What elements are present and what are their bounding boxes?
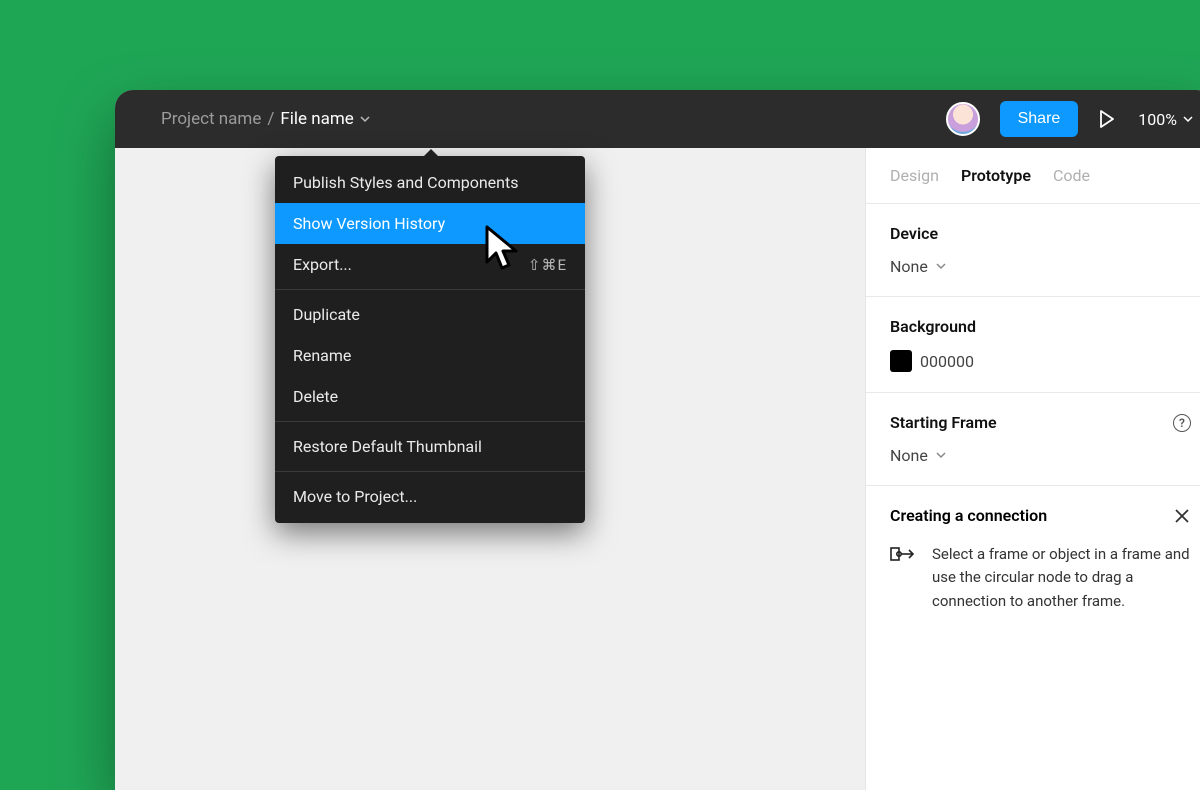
zoom-value: 100%: [1138, 110, 1177, 129]
help-icon[interactable]: ?: [1173, 414, 1191, 432]
menu-divider: [275, 421, 585, 422]
background-section: Background 000000: [866, 297, 1200, 393]
menu-item-label: Restore Default Thumbnail: [293, 437, 482, 456]
menu-item-label: Rename: [293, 346, 351, 365]
breadcrumb: Project name / File name: [161, 109, 370, 129]
toolbar-right: Share 100%: [946, 101, 1193, 137]
menu-item-version-history[interactable]: Show Version History: [275, 203, 585, 244]
color-swatch: [890, 350, 912, 372]
menu-item-duplicate[interactable]: Duplicate: [275, 294, 585, 335]
file-name-label: File name: [280, 109, 353, 129]
menu-item-export[interactable]: Export... ⇧⌘E: [275, 244, 585, 285]
close-icon[interactable]: [1173, 507, 1191, 525]
menu-item-label: Move to Project...: [293, 487, 417, 506]
menu-item-restore-thumbnail[interactable]: Restore Default Thumbnail: [275, 426, 585, 467]
play-icon[interactable]: [1098, 109, 1118, 129]
menu-item-label: Publish Styles and Components: [293, 173, 518, 192]
tab-code[interactable]: Code: [1053, 166, 1090, 185]
device-value: None: [890, 257, 928, 276]
zoom-dropdown[interactable]: 100%: [1138, 110, 1193, 129]
file-dropdown-menu: Publish Styles and Components Show Versi…: [275, 156, 585, 523]
file-name-dropdown-trigger[interactable]: File name: [280, 109, 369, 129]
tab-design[interactable]: Design: [890, 166, 939, 185]
menu-item-label: Export...: [293, 255, 352, 274]
menu-divider: [275, 289, 585, 290]
share-button[interactable]: Share: [1000, 101, 1079, 137]
connection-title: Creating a connection: [890, 506, 1047, 525]
menu-divider: [275, 471, 585, 472]
starting-frame-section: Starting Frame ? None: [866, 393, 1200, 486]
menu-item-shortcut: ⇧⌘E: [528, 256, 567, 274]
tab-prototype[interactable]: Prototype: [961, 166, 1031, 185]
starting-frame-value: None: [890, 446, 928, 465]
menu-item-label: Show Version History: [293, 214, 445, 233]
toolbar: Project name / File name Share 100%: [115, 90, 1200, 148]
background-value: 000000: [920, 352, 974, 371]
starting-frame-select[interactable]: None: [890, 446, 1191, 465]
device-select[interactable]: None: [890, 257, 1191, 276]
breadcrumb-separator: /: [267, 109, 274, 129]
starting-frame-title: Starting Frame: [890, 413, 997, 432]
avatar[interactable]: [946, 102, 980, 136]
menu-item-label: Duplicate: [293, 305, 360, 324]
menu-item-delete[interactable]: Delete: [275, 376, 585, 417]
chevron-down-icon: [936, 263, 946, 270]
connection-text: Select a frame or object in a frame and …: [932, 543, 1191, 613]
menu-item-publish[interactable]: Publish Styles and Components: [275, 162, 585, 203]
background-title: Background: [890, 317, 1191, 336]
connection-icon: [890, 543, 916, 569]
project-name[interactable]: Project name: [161, 109, 261, 129]
chevron-down-icon: [360, 116, 370, 123]
app-window: Project name / File name Share 100%: [115, 90, 1200, 790]
menu-item-label: Delete: [293, 387, 338, 406]
menu-item-move-to-project[interactable]: Move to Project...: [275, 476, 585, 517]
chevron-down-icon: [1183, 116, 1193, 123]
device-title: Device: [890, 224, 1191, 243]
chevron-down-icon: [936, 452, 946, 459]
right-panel: Design Prototype Code Device None Backgr…: [865, 148, 1200, 790]
connection-hint: Creating a connection Select a frame or …: [866, 486, 1200, 633]
device-section: Device None: [866, 204, 1200, 297]
menu-item-rename[interactable]: Rename: [275, 335, 585, 376]
background-color-control[interactable]: 000000: [890, 350, 1191, 372]
panel-tabs: Design Prototype Code: [866, 148, 1200, 204]
